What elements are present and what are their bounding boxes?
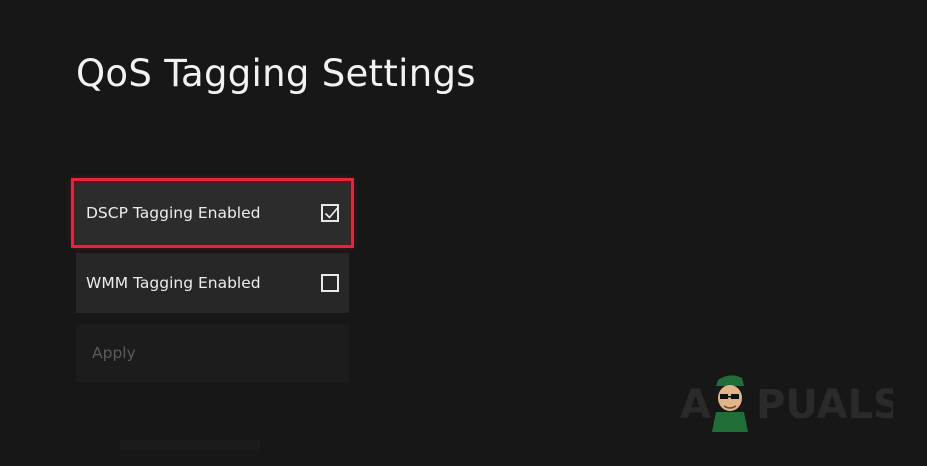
apply-button[interactable]: Apply — [76, 324, 349, 382]
appuals-logo: A PUALS — [680, 375, 893, 432]
dscp-tagging-option[interactable]: DSCP Tagging Enabled — [71, 178, 354, 248]
dscp-tagging-label: DSCP Tagging Enabled — [86, 204, 261, 222]
svg-text:A: A — [680, 382, 711, 428]
wmm-tagging-label: WMM Tagging Enabled — [86, 274, 261, 292]
svg-text:PUALS: PUALS — [756, 382, 893, 428]
wmm-tagging-option[interactable]: WMM Tagging Enabled — [76, 253, 349, 313]
page-title: QoS Tagging Settings — [76, 52, 476, 95]
background-strip — [120, 440, 260, 450]
dscp-tagging-checkbox[interactable] — [321, 204, 339, 222]
checkmark-icon — [324, 207, 339, 219]
wmm-tagging-checkbox[interactable] — [321, 274, 339, 292]
